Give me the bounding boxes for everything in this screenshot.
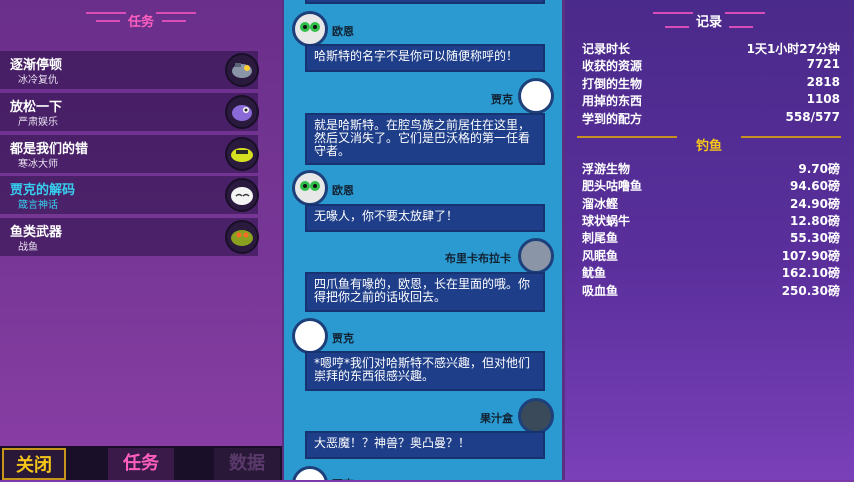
tab-data[interactable]: 数据 [214,448,280,480]
owl-avatar [292,11,328,47]
dialogue-bubble: *嗯哼*我们对哈斯特不感兴趣，但对他们崇拜的东西很感兴趣。 [305,351,545,391]
speaker-name: 欧恩 [332,25,354,38]
tab-quests[interactable]: 任务 [108,448,174,480]
quest-item[interactable]: 放松一下 严肃娱乐 [0,93,259,131]
record-label: 学到的配方 [582,112,643,126]
record-value: 1108 [806,92,840,106]
record-value: 2818 [806,75,840,89]
fish-row: 风眠鱼 107.90磅 [582,247,840,264]
quest-subtitle: 箴言神话 [18,200,58,211]
tab-bar: 关闭 任务 数据 [0,446,282,480]
fish-label: 风眠鱼 [582,249,619,263]
quest-item-active[interactable]: 贾克的解码 箴言神话 [0,176,259,214]
helmet-avatar [518,238,554,274]
fish-row: 刺尾鱼 55.30磅 [582,229,840,246]
green-fish-icon [225,220,259,254]
record-value: 1天1小时27分钟 [746,42,840,56]
speaker-name: 贾克 [491,93,513,106]
fish-value: 162.10磅 [781,266,840,280]
fish-value: 94.60磅 [790,179,840,193]
title-decoration [577,136,677,138]
record-label: 打倒的生物 [582,77,643,91]
jack-avatar [292,318,328,354]
record-value: 7721 [806,57,840,71]
quest-subtitle: 冰冷复仇 [18,75,58,86]
fish-label: 浮游生物 [582,162,631,176]
fish-label: 溜冰鲣 [582,197,619,211]
fish-row: 鱿鱼 162.10磅 [582,264,840,281]
speaker-name: 果汁盒 [480,412,513,425]
title-decoration [741,136,841,138]
fishing-title: 钓鱼 [695,139,722,154]
quest-subtitle: 寒冰大师 [18,159,58,170]
dialogue-bubble: 大恶魔！？神兽？奥凸曼？！ [305,431,545,459]
quest-subtitle: 严肃娱乐 [18,117,58,128]
fish-label: 肥头咕噜鱼 [582,179,643,193]
record-row: 收获的资源 7721 [582,57,840,74]
record-label: 记录时长 [582,42,631,56]
juicebox-avatar [518,398,554,434]
fish-value: 9.70磅 [798,162,840,176]
records-panel: 记录 记录时长 1天1小时27分钟 收获的资源 7721 打倒的生物 2818 用掉的… [565,0,854,480]
fish-value: 107.90磅 [781,249,840,263]
dialogue-bubble [305,0,545,4]
quest-panel: 任务 逐渐停顿 冰冷复仇 放松一下 严肃娱乐 都是我们的错 寒冰大师 贾克的解码… [0,0,282,480]
record-row: 用掉的东西 1108 [582,92,840,109]
fish-row: 浮游生物 9.70磅 [582,160,840,177]
speaker-name: 贾克 [332,476,354,480]
fish-label: 球状蜗牛 [582,214,631,228]
record-row: 学到的配方 558/577 [582,110,840,127]
speaker-name: 欧恩 [332,184,354,197]
quest-item[interactable]: 都是我们的错 寒冰大师 [0,135,259,173]
fish-value: 250.30磅 [781,284,840,298]
fish-value: 24.90磅 [790,197,840,211]
fish-row: 肥头咕噜鱼 94.60磅 [582,177,840,194]
record-row: 打倒的生物 2818 [582,75,840,92]
dialogue-bubble: 就是哈斯特。在腔鸟族之前居住在这里，然后又消失了。它们是巴沃格的第一任看守者。 [305,113,545,165]
fish-row: 球状蜗牛 12.80磅 [582,212,840,229]
fish-label: 吸血鱼 [582,284,619,298]
record-value: 558/577 [785,110,840,124]
purple-fish-icon [225,95,259,129]
record-label: 用掉的东西 [582,94,643,108]
quest-item[interactable]: 逐渐停顿 冰冷复仇 [0,51,259,89]
fish-value: 55.30磅 [790,231,840,245]
dialogue-log[interactable]: 欧恩 哈斯特的名字不是你可以随便称呼的！ 贾克 就是哈斯特。在腔鸟族之前居住在这… [282,0,565,480]
quest-item[interactable]: 鱼类武器 战鱼 [0,218,259,256]
quests-title: 任务 [127,15,154,30]
jack-avatar [292,466,328,480]
fish-value: 12.80磅 [790,214,840,228]
quest-subtitle: 战鱼 [18,242,38,253]
record-label: 收获的资源 [582,59,643,73]
robot-fish-icon [225,53,259,87]
yellow-fish-icon [225,137,259,171]
record-row: 记录时长 1天1小时27分钟 [582,40,840,57]
dialogue-bubble: 四爪鱼有喙的，欧恩，长在里面的哦。你得把你之前的话收回去。 [305,272,545,312]
dialogue-bubble: 哈斯特的名字不是你可以随便称呼的！ [305,44,545,72]
fish-label: 鱿鱼 [582,266,607,280]
fish-label: 刺尾鱼 [582,231,619,245]
jack-avatar [518,78,554,114]
fish-row: 溜冰鲣 24.90磅 [582,195,840,212]
dialogue-bubble: 无喙人，你不要太放肆了！ [305,204,545,232]
records-title: 记录 [695,15,722,30]
fish-row: 吸血鱼 250.30磅 [582,282,840,299]
speaker-name: 布里卡布拉卡 [445,252,511,265]
owl-avatar [292,170,328,206]
close-button[interactable]: 关闭 [2,448,66,480]
speaker-name: 贾克 [332,332,354,345]
jack-fish-icon [225,178,259,212]
